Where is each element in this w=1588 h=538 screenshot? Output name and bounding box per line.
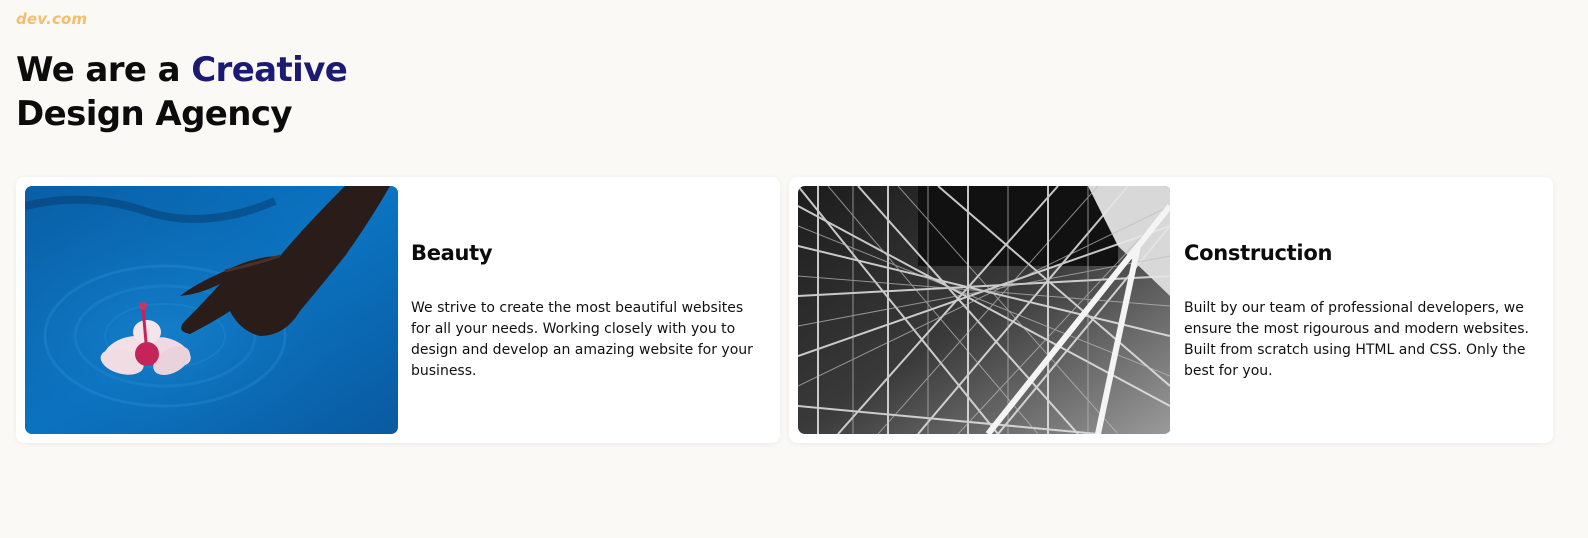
card-beauty-body: Beauty We strive to create the most beau… [398,186,771,434]
site-logo[interactable]: dev.com [16,10,87,28]
card-construction-body: Construction Built by our team of profes… [1171,186,1544,434]
card-beauty: Beauty We strive to create the most beau… [16,177,780,443]
services-cards: Beauty We strive to create the most beau… [16,177,1553,443]
beauty-image [25,186,398,434]
card-construction: Construction Built by our team of profes… [789,177,1553,443]
card-description: We strive to create the most beautiful w… [411,300,753,379]
hero-title-part1: We are a [16,50,192,90]
construction-image [798,186,1171,434]
hero-title-part2: Design Agency [16,94,293,134]
hero-title: We are a Creative Design Agency [16,48,348,136]
card-title: Beauty [411,241,493,265]
card-title: Construction [1184,241,1333,265]
hero-title-accent: Creative [191,50,348,90]
card-description: Built by our team of professional develo… [1184,300,1529,379]
